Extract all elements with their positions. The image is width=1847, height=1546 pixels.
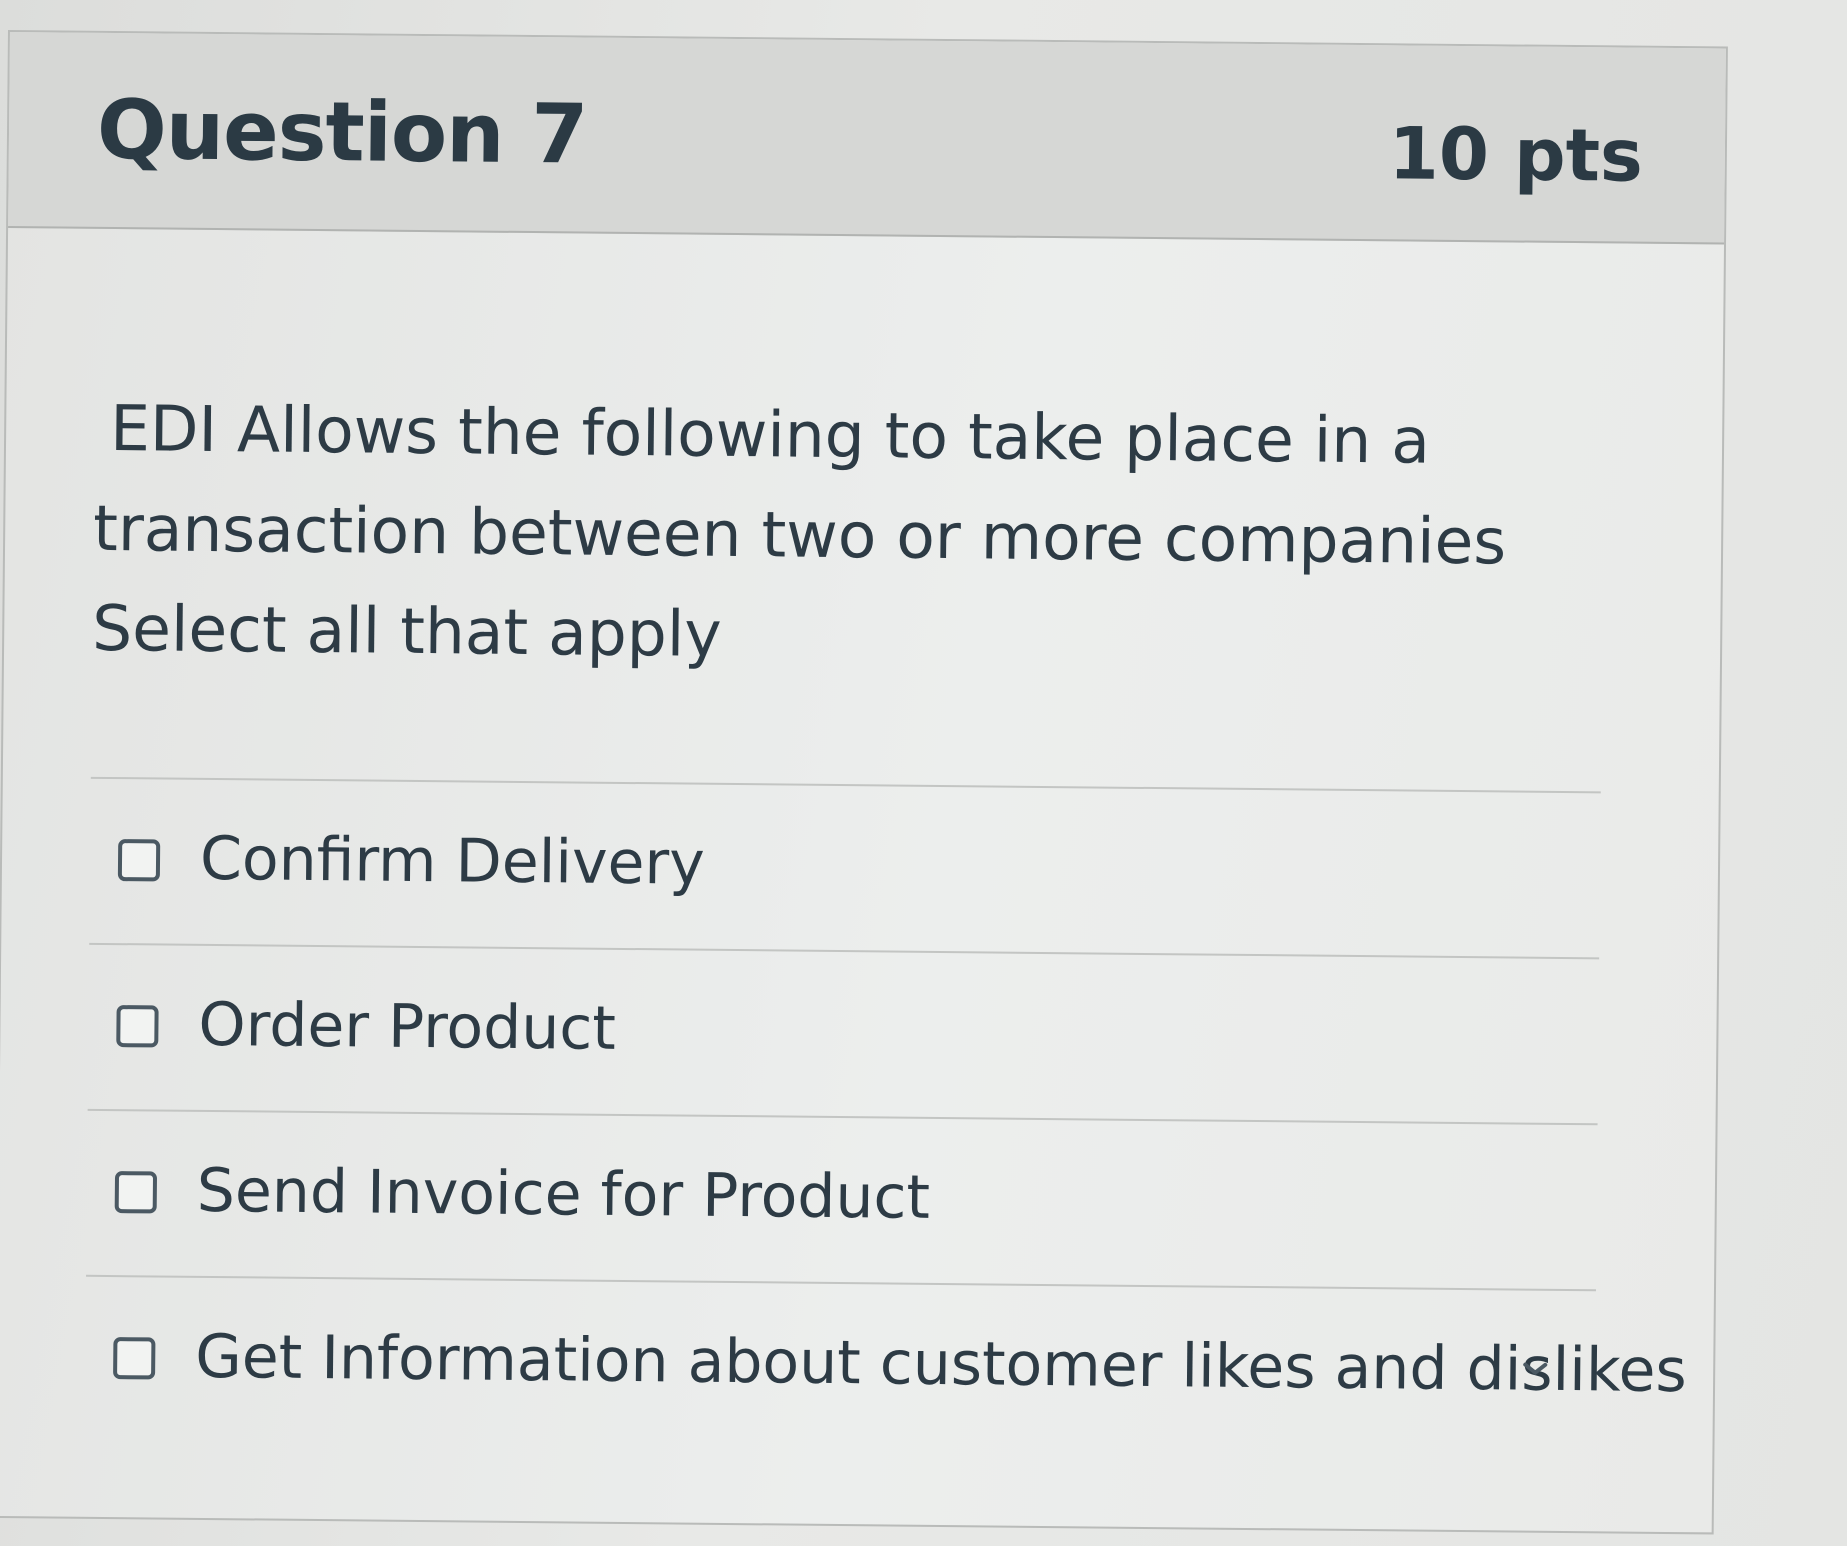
question-text-line: Select all that apply bbox=[91, 591, 722, 671]
answer-label[interactable]: Send Invoice for Product bbox=[197, 1156, 931, 1233]
question-text: EDI Allows the following to take place i… bbox=[92, 379, 1595, 693]
question-text-line: EDI Allows the following to take place i… bbox=[109, 392, 1431, 478]
question-points: 10 pts bbox=[1388, 111, 1644, 198]
answer-label[interactable]: Confirm Delivery bbox=[200, 824, 705, 899]
chevron-down-icon bbox=[1523, 1362, 1548, 1375]
answer-label[interactable]: Order Product bbox=[198, 990, 616, 1064]
empty-checkbox-icon[interactable] bbox=[113, 1337, 156, 1380]
answer-list: Confirm Delivery Order Product Send Invo… bbox=[84, 776, 1687, 1456]
question-title: Question 7 bbox=[96, 82, 588, 183]
question-card: Question 7 10 pts EDI Allows the followi… bbox=[0, 30, 1728, 1535]
answer-option[interactable]: Order Product bbox=[87, 942, 1600, 1124]
answer-option[interactable]: Get Information about customer likes and… bbox=[84, 1274, 1687, 1456]
question-header: Question 7 10 pts bbox=[8, 32, 1726, 245]
question-text-line: transaction between two or more companie… bbox=[92, 491, 1507, 579]
empty-checkbox-icon[interactable] bbox=[114, 1171, 158, 1214]
answer-label[interactable]: Get Information about customer likes and… bbox=[195, 1322, 1687, 1406]
answer-option[interactable]: Send Invoice for Product bbox=[86, 1108, 1598, 1290]
empty-checkbox-icon[interactable] bbox=[116, 1005, 159, 1048]
answer-option[interactable]: Confirm Delivery bbox=[89, 776, 1601, 958]
empty-checkbox-icon[interactable] bbox=[117, 839, 161, 882]
